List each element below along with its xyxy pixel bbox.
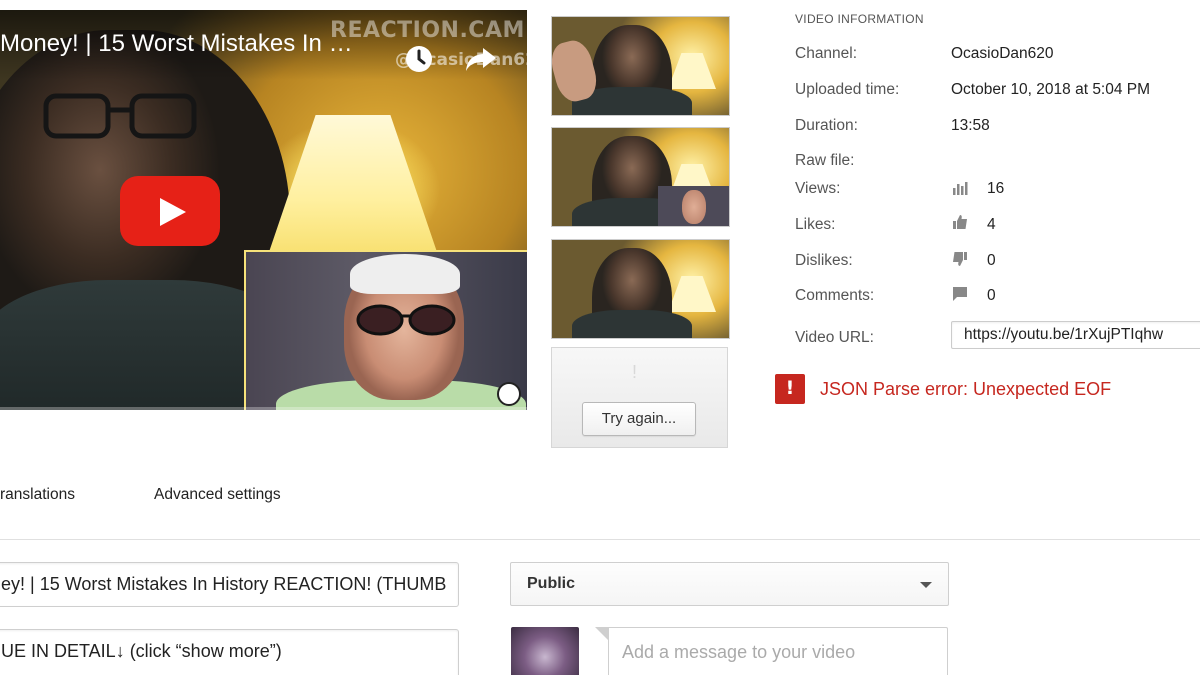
views-label: Views:: [795, 180, 841, 197]
player-progress-bar[interactable]: [0, 407, 527, 410]
thumbnail-option-2[interactable]: [551, 127, 730, 227]
chevron-down-icon: [920, 582, 932, 588]
share-message-input[interactable]: Add a message to your video: [595, 627, 948, 675]
thumbs-up-icon: [953, 215, 967, 229]
sunglasses-shape: [356, 304, 456, 336]
thumb-lamp: [668, 53, 716, 89]
comment-bubble-icon: [953, 287, 967, 301]
thumb-lamp: [668, 276, 716, 312]
thumb-shirt: [572, 310, 692, 338]
dislikes-label: Dislikes:: [795, 252, 853, 269]
play-button[interactable]: [120, 176, 220, 246]
privacy-select[interactable]: Public: [510, 562, 949, 606]
video-information-heading: VIDEO INFORMATION: [795, 12, 924, 26]
duration-label: Duration:: [795, 117, 858, 134]
thumb-inset: [658, 186, 729, 226]
video-player[interactable]: REACTION.CAM @OcasioDan620 Money! | 15 W…: [0, 10, 527, 410]
avatar: [511, 627, 579, 675]
thumbnail-error-panel: ! Try again...: [551, 347, 728, 448]
watermark: REACTION.CAM: [330, 18, 525, 43]
watch-later-icon[interactable]: [404, 44, 434, 74]
try-again-button[interactable]: Try again...: [582, 402, 696, 436]
error-message: JSON Parse error: Unexpected EOF: [820, 379, 1112, 399]
likes-label: Likes:: [795, 216, 836, 233]
views-value: 16: [987, 180, 1005, 197]
player-video-title[interactable]: Money! | 15 Worst Mistakes In …: [0, 30, 353, 58]
duration-value: 13:58: [951, 117, 990, 134]
raw-file-label: Raw file:: [795, 152, 855, 169]
bar-chart-icon: [953, 182, 968, 195]
uploaded-time-value: October 10, 2018 at 5:04 PM: [951, 81, 1151, 98]
tabs-divider: [0, 539, 1200, 540]
share-icon[interactable]: [465, 46, 497, 72]
tab-translations[interactable]: ranslations: [0, 486, 75, 504]
glasses-shape: [43, 93, 197, 139]
comments-label: Comments:: [795, 287, 875, 304]
tab-advanced-settings[interactable]: Advanced settings: [154, 486, 281, 504]
thumbnail-option-3[interactable]: [551, 239, 730, 339]
uploaded-time-label: Uploaded time:: [795, 81, 900, 98]
privacy-select-value: Public: [527, 575, 576, 592]
channel-value: OcasioDan620: [951, 45, 1054, 62]
video-frame-lamp: [268, 115, 438, 255]
channel-label: Channel:: [795, 45, 858, 62]
award-badge-icon: [497, 382, 521, 406]
reaction-inset: [244, 250, 527, 410]
warning-icon: !: [632, 362, 638, 382]
error-icon: [775, 374, 805, 404]
video-url-label: Video URL:: [795, 329, 874, 346]
likes-value: 4: [987, 216, 996, 233]
dislikes-value: 0: [987, 252, 996, 269]
video-title-input[interactable]: ey! | 15 Worst Mistakes In History REACT…: [0, 562, 459, 607]
video-description-input[interactable]: UE IN DETAIL↓ (click “show more”): [0, 629, 459, 675]
video-url-field[interactable]: https://youtu.be/1rXujPTIqhw: [951, 321, 1200, 349]
thumbnail-option-1[interactable]: [551, 16, 730, 116]
thumbs-down-icon: [953, 252, 967, 266]
inset-hair: [350, 254, 460, 294]
comments-value: 0: [987, 287, 996, 304]
